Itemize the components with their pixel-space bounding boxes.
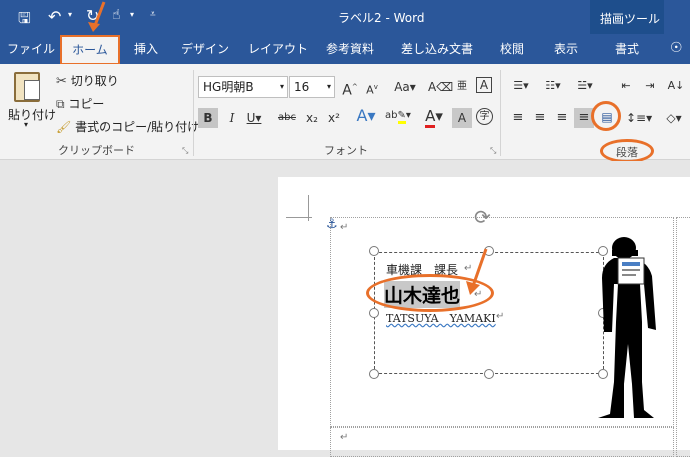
change-case-icon[interactable]: Aa▾ [390, 77, 420, 97]
clipboard-launcher-icon[interactable]: ⤡ [182, 146, 188, 156]
format-painter-icon: 🖌 [56, 120, 72, 134]
tab-review[interactable]: 校閲 [492, 34, 532, 64]
font-name-dropdown-icon[interactable]: ▾ [280, 77, 284, 97]
worker-silhouette-image [598, 237, 656, 418]
label-cell [676, 217, 690, 457]
tab-format[interactable]: 書式 [602, 34, 652, 64]
paragraph-group-label: 段落 [616, 146, 638, 159]
decrease-indent-icon[interactable]: ⇤ [616, 76, 636, 96]
align-left-icon[interactable]: ≡ [508, 108, 528, 128]
increase-indent-icon[interactable]: ⇥ [640, 76, 660, 96]
paste-button[interactable]: 貼り付け ▾ [6, 70, 56, 130]
font-size-value: 16 [294, 80, 310, 94]
tab-insert[interactable]: 挿入 [126, 34, 166, 64]
font-size-field[interactable]: 16 ▾ [289, 76, 335, 98]
tab-file[interactable]: ファイル [6, 34, 56, 64]
font-name-field[interactable]: HG明朝B ▾ [198, 76, 288, 98]
resize-handle[interactable] [369, 369, 379, 379]
superscript-button[interactable]: x² [324, 108, 344, 128]
tab-view[interactable]: 表示 [546, 34, 586, 64]
font-group-label: フォント [324, 144, 368, 157]
annotation-circle-align [591, 101, 621, 131]
paste-doc-icon [24, 80, 40, 100]
touch-mode-icon[interactable]: ☝ [112, 7, 121, 23]
bold-button[interactable]: B [198, 108, 218, 128]
subscript-button[interactable]: x₂ [302, 108, 322, 128]
undo-dropdown-icon[interactable]: ▾ [68, 10, 72, 19]
resize-handle[interactable] [369, 246, 379, 256]
separator [193, 70, 194, 156]
sort-icon[interactable]: A↓ [666, 76, 686, 96]
bullets-icon[interactable]: ☰▾ [508, 76, 534, 96]
enclosed-char-icon[interactable]: 字 [476, 108, 493, 125]
resize-handle[interactable] [484, 369, 494, 379]
annotation-arrow-name [466, 248, 488, 295]
copy-label: コピー [68, 97, 105, 111]
document-page[interactable]: ⚓ ↵ ↵ ⟳ 車機課 課長 ↵ 山木達也 ↵ TATSUYA YAMAKI ↵ [278, 177, 690, 457]
document-title: ラベル2 - Word [338, 11, 425, 25]
highlight-icon[interactable]: ab✎▾ [384, 106, 412, 126]
strikethrough-button[interactable]: abc [276, 108, 298, 128]
touch-dropdown-icon[interactable]: ▾ [130, 10, 134, 19]
underline-button[interactable]: U▾ [244, 108, 264, 128]
align-right-icon[interactable]: ≡ [552, 108, 572, 128]
line-spacing-icon[interactable]: ↕≡▾ [626, 108, 652, 128]
romaji-name-text: TATSUYA YAMAKI [386, 312, 496, 325]
phonetic-guide-icon[interactable]: 亜 [452, 77, 472, 97]
drawing-tools-label: 描画ツール [600, 12, 661, 26]
font-size-dropdown-icon[interactable]: ▾ [327, 77, 331, 97]
font-color-icon[interactable]: A▾ [420, 106, 448, 128]
italic-button[interactable]: I [222, 108, 242, 128]
grow-font-icon[interactable]: A^ [340, 77, 360, 99]
font-launcher-icon[interactable]: ⤡ [490, 146, 496, 156]
scissors-icon: ✂ [56, 74, 67, 89]
cut-button[interactable]: ✂ 切り取り [56, 72, 119, 90]
paragraph-mark: ↵ [340, 432, 349, 443]
shading-icon[interactable]: ◇▾ [664, 108, 684, 128]
numbering-icon[interactable]: ☷▾ [540, 76, 566, 96]
font-name-value: HG明朝B [203, 80, 254, 94]
shrink-font-icon[interactable]: Av [362, 77, 382, 97]
paragraph-mark: ↵ [496, 311, 505, 322]
copy-button[interactable]: ⧉ コピー [56, 95, 104, 113]
resize-handle[interactable] [369, 308, 379, 318]
label-cell [330, 427, 674, 457]
paste-dropdown-icon[interactable]: ▾ [24, 120, 28, 129]
annotation-arrow-home [88, 1, 106, 32]
cut-label: 切り取り [70, 74, 119, 88]
customize-qat-icon[interactable]: ⩡ [150, 9, 156, 20]
margin-mark [286, 217, 312, 218]
separator [500, 70, 501, 156]
multilevel-list-icon[interactable]: ☱▾ [572, 76, 598, 96]
format-painter-label: 書式のコピー/貼り付け [75, 120, 200, 134]
char-border-icon[interactable]: A [476, 77, 492, 93]
clear-format-icon[interactable]: A⌫ [428, 77, 453, 97]
tab-mailings[interactable]: 差し込み文書 [396, 34, 478, 64]
align-center-icon[interactable]: ≡ [530, 108, 550, 128]
tell-me-icon[interactable]: ☉ [670, 40, 683, 56]
tab-layout[interactable]: レイアウト [248, 34, 308, 64]
copy-icon: ⧉ [56, 97, 65, 111]
char-shading-icon[interactable]: A [452, 108, 472, 128]
undo-icon[interactable]: ↶ [48, 7, 61, 26]
tab-design[interactable]: デザイン [180, 34, 230, 64]
rotate-handle-icon[interactable]: ⟳ [474, 205, 491, 229]
anchor-icon[interactable]: ⚓ [326, 217, 338, 232]
text-effects-icon[interactable]: A▾ [352, 106, 380, 126]
clipboard-group-label: クリップボード [58, 144, 135, 157]
tab-references[interactable]: 参考資料 [322, 34, 378, 64]
save-icon[interactable]: 🖫 [18, 8, 31, 33]
format-painter-button[interactable]: 🖌 書式のコピー/貼り付け [56, 118, 199, 136]
paragraph-mark: ↵ [340, 222, 349, 233]
paste-label: 貼り付け [8, 108, 57, 122]
